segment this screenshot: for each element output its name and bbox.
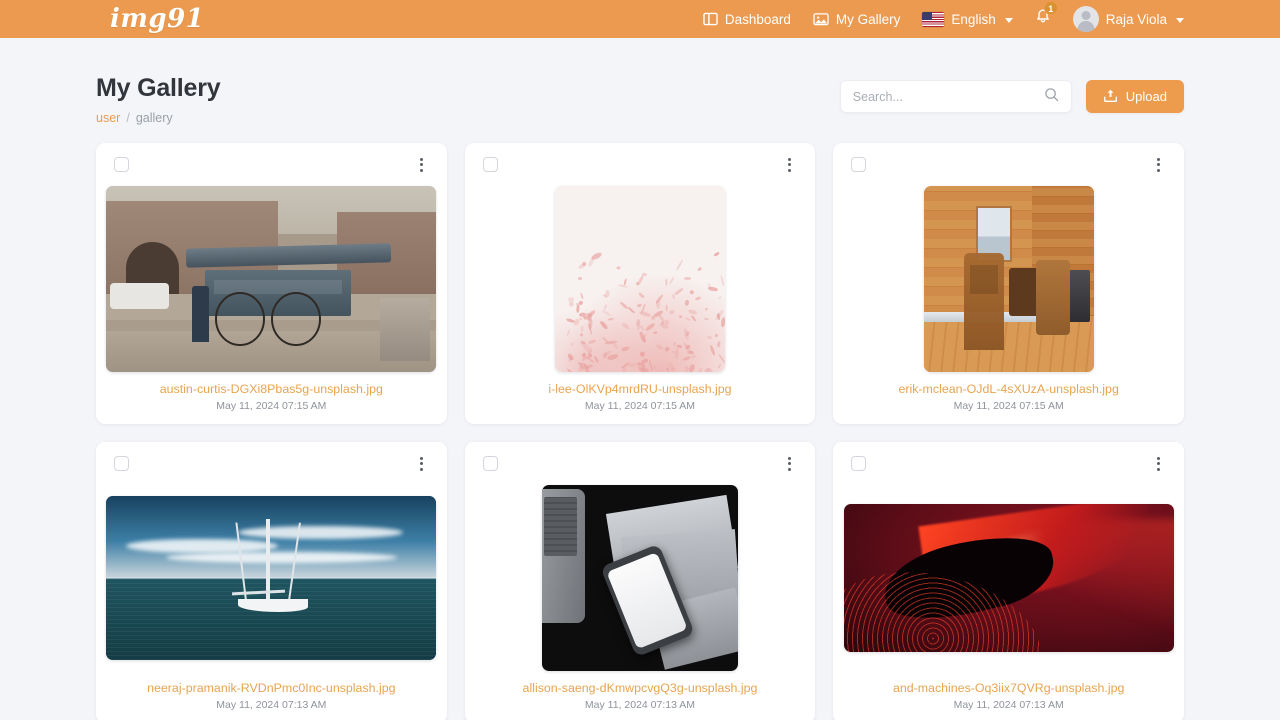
image-filename[interactable]: erik-mclean-OJdL-4sXUzA-unsplash.jpg (843, 382, 1174, 396)
gallery-card[interactable]: austin-curtis-DGXi8Pbas5g-unsplash.jpg Ma… (96, 143, 447, 424)
page-header-left: My Gallery user / gallery (96, 74, 221, 125)
image-date: May 11, 2024 07:15 AM (953, 400, 1064, 412)
language-selector[interactable]: English (922, 11, 1013, 27)
image-filename[interactable]: allison-saeng-dKmwpcvgQ3g-unsplash.jpg (475, 681, 806, 695)
chevron-down-icon (1004, 17, 1013, 23)
avatar (1072, 6, 1099, 32)
notification-badge: 1 (1043, 1, 1058, 15)
image-thumbnail[interactable] (554, 186, 725, 372)
page-title: My Gallery (96, 74, 221, 102)
gallery-card[interactable]: allison-saeng-dKmwpcvgQ3g-unsplash.jpg Ma… (464, 442, 816, 720)
gallery-icon (813, 12, 829, 26)
us-flag-icon (922, 11, 945, 27)
notifications-button[interactable]: 1 (1035, 1, 1058, 30)
chevron-down-icon (1176, 17, 1184, 23)
image-filename[interactable]: and-machines-Oq3iix7QVRg-unsplash.jpg (843, 681, 1174, 695)
card-menu-button[interactable] (414, 453, 429, 475)
image-thumbnail[interactable] (923, 186, 1094, 372)
image-date: May 11, 2024 07:15 AM (216, 400, 327, 412)
card-meta: neeraj-pramanik-RVDnPmc0Inc-unsplash.jpg… (106, 679, 437, 711)
card-toolbar (475, 452, 806, 475)
image-thumbnail[interactable] (541, 485, 738, 671)
image-filename[interactable]: i-lee-OlKVp4mrdRU-unsplash.jpg (475, 382, 806, 396)
card-menu-button[interactable] (1151, 453, 1166, 475)
card-toolbar (843, 452, 1174, 475)
image-filename[interactable]: austin-curtis-DGXi8Pbas5g-unsplash.jpg (106, 382, 437, 396)
select-checkbox[interactable] (114, 456, 129, 471)
nav-item-my-gallery-label: My Gallery (835, 11, 901, 27)
top-navbar: img91 Dashboard My Gallery English 1 Raj… (0, 0, 1280, 38)
gallery-grid: austin-curtis-DGXi8Pbas5g-unsplash.jpg Ma… (96, 143, 1184, 720)
select-checkbox[interactable] (114, 157, 129, 172)
select-checkbox[interactable] (851, 157, 867, 172)
thumbnail-area (475, 176, 806, 380)
language-label: English (951, 11, 996, 27)
image-thumbnail[interactable] (106, 186, 437, 372)
card-menu-button[interactable] (782, 453, 797, 475)
page-header: My Gallery user / gallery Up (96, 38, 1184, 125)
image-date: May 11, 2024 07:15 AM (584, 400, 696, 412)
nav-item-dashboard[interactable]: Dashboard (703, 12, 791, 27)
image-date: May 11, 2024 07:13 AM (216, 699, 327, 711)
thumbnail-area (843, 176, 1174, 380)
upload-button[interactable]: Upload (1085, 80, 1184, 113)
gallery-card[interactable]: erik-mclean-OJdL-4sXUzA-unsplash.jpg May … (833, 143, 1184, 424)
gallery-card[interactable]: and-machines-Oq3iix7QVRg-unsplash.jpg May… (833, 442, 1184, 720)
card-meta: austin-curtis-DGXi8Pbas5g-unsplash.jpg Ma… (106, 380, 437, 412)
gallery-card[interactable]: neeraj-pramanik-RVDnPmc0Inc-unsplash.jpg… (96, 442, 447, 720)
thumbnail-area (843, 475, 1174, 679)
search-input[interactable] (852, 89, 1044, 104)
card-menu-button[interactable] (414, 154, 429, 176)
page-header-actions: Upload (839, 74, 1184, 113)
card-meta: erik-mclean-OJdL-4sXUzA-unsplash.jpg May … (843, 380, 1174, 412)
search-box[interactable] (839, 80, 1072, 113)
card-toolbar (843, 153, 1174, 176)
card-menu-button[interactable] (782, 154, 797, 176)
thumbnail-area (106, 176, 437, 380)
select-checkbox[interactable] (851, 456, 867, 471)
image-thumbnail[interactable] (106, 496, 437, 660)
breadcrumb-gallery: gallery (135, 111, 173, 125)
app-logo[interactable]: img91 (110, 4, 204, 34)
select-checkbox[interactable] (482, 456, 498, 471)
breadcrumb-separator: / (126, 111, 130, 125)
card-menu-button[interactable] (1151, 154, 1166, 176)
upload-icon (1103, 88, 1118, 106)
user-menu[interactable]: Raja Viola (1072, 6, 1184, 32)
breadcrumb-user[interactable]: user (96, 111, 120, 125)
thumbnail-area (475, 475, 806, 679)
image-date: May 11, 2024 07:13 AM (584, 699, 696, 711)
gallery-card[interactable]: i-lee-OlKVp4mrdRU-unsplash.jpg May 11, 20… (464, 143, 816, 424)
search-icon (1044, 87, 1059, 107)
card-toolbar (475, 153, 806, 176)
image-thumbnail[interactable] (843, 504, 1174, 652)
image-date: May 11, 2024 07:13 AM (953, 699, 1064, 711)
nav-item-my-gallery[interactable]: My Gallery (813, 11, 901, 27)
breadcrumb: user / gallery (96, 111, 220, 125)
card-toolbar (106, 452, 437, 475)
card-meta: and-machines-Oq3iix7QVRg-unsplash.jpg May… (843, 679, 1174, 711)
dashboard-icon (703, 12, 718, 26)
card-toolbar (106, 153, 437, 176)
nav-item-dashboard-label: Dashboard (724, 11, 791, 27)
thumbnail-area (106, 475, 437, 679)
user-name-label: Raja Viola (1105, 11, 1167, 27)
navbar-right-group: Dashboard My Gallery English 1 Raja Viol… (703, 0, 1184, 38)
upload-button-label: Upload (1125, 89, 1167, 104)
select-checkbox[interactable] (482, 157, 498, 172)
image-filename[interactable]: neeraj-pramanik-RVDnPmc0Inc-unsplash.jpg (106, 681, 437, 695)
card-meta: allison-saeng-dKmwpcvgQ3g-unsplash.jpg Ma… (475, 679, 806, 711)
card-meta: i-lee-OlKVp4mrdRU-unsplash.jpg May 11, 20… (475, 380, 806, 412)
